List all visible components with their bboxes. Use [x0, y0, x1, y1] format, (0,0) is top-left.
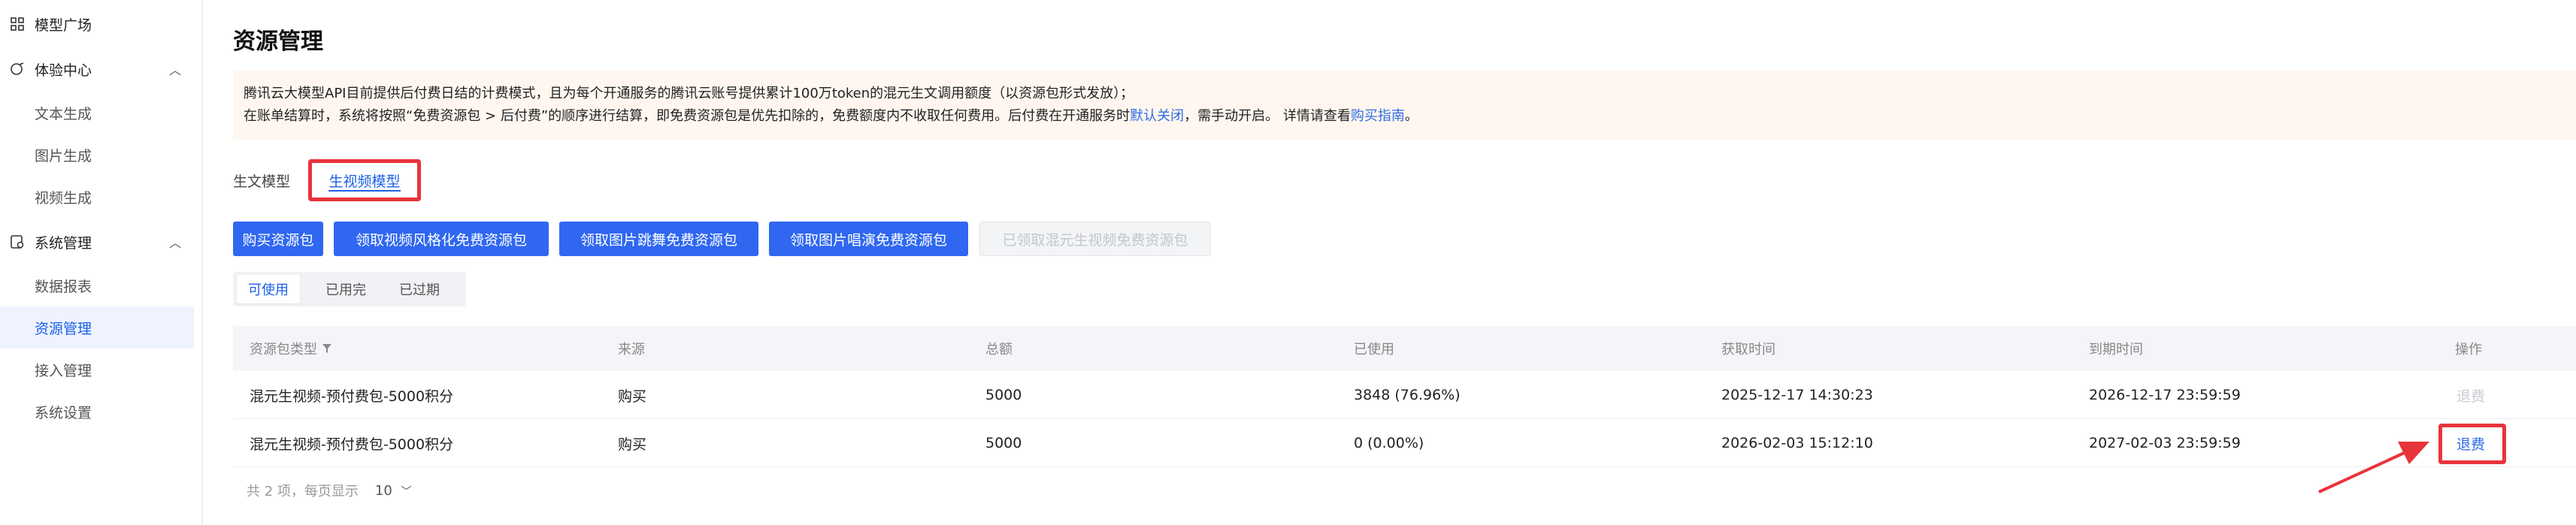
purchase-guide-link[interactable]: 购买指南 — [1351, 108, 1405, 124]
claimed-free-package-button: 已领取混元生视频免费资源包 — [979, 222, 1211, 256]
cell-source: 购买 — [618, 436, 647, 453]
table-row: 混元生视频-预付费包-5000积分 购买 5000 0 (0.00%) 2026… — [233, 419, 2576, 467]
sidebar-item-access-mgmt[interactable]: 接入管理 — [0, 348, 194, 391]
buy-package-button[interactable]: 购买资源包 — [233, 222, 323, 256]
claim-image-dance-button[interactable]: 领取图片跳舞免费资源包 — [559, 222, 758, 256]
refund-button-disabled: 退费 — [2456, 388, 2486, 405]
cell-source: 购买 — [618, 388, 647, 405]
page-size-select[interactable]: 10 ﹀ — [375, 483, 412, 499]
cell-total: 5000 — [985, 387, 1022, 403]
header-type: 资源包类型 — [250, 326, 332, 371]
main-content: 资源管理 腾讯云大模型API目前提供后付费日结的计费模式，且为每个开通服务的腾讯… — [204, 0, 2576, 525]
refund-highlight-box — [2438, 424, 2506, 464]
tab-label: 生视频模型 — [328, 173, 401, 190]
header-action: 操作 — [2455, 342, 2482, 358]
app-root: 模型广场 体验中心 ︿ 文本生成 图片生成 视频生成 系统管理 ︿ 数据报表 资… — [0, 0, 2576, 525]
notice-line-1: 腾讯云大模型API目前提供后付费日结的计费模式，且为每个开通服务的腾讯云账号提供… — [244, 86, 1134, 101]
filter-used-up[interactable]: 已用完 — [314, 275, 377, 303]
chevron-up-icon: ︿ — [169, 63, 182, 77]
sidebar-item-label: 视频生成 — [35, 189, 92, 207]
page-size-value: 10 — [374, 482, 392, 499]
header-source: 来源 — [618, 342, 645, 358]
grid-icon — [9, 16, 26, 32]
pagination: 共 2 项，每页显示 10 ﹀ — [247, 481, 412, 500]
filter-expired[interactable]: 已过期 — [388, 275, 451, 303]
tab-label: 生文模型 — [233, 173, 291, 190]
filter-available[interactable]: 可使用 — [237, 275, 300, 303]
cell-acquired: 2025-12-17 14:30:23 — [1721, 387, 1873, 403]
header-acquired: 获取时间 — [1721, 342, 1775, 358]
cell-expire: 2027-02-03 23:59:59 — [2089, 435, 2241, 451]
sidebar-item-label: 数据报表 — [35, 278, 92, 295]
filter-icon[interactable] — [322, 343, 332, 354]
sidebar-item-label: 系统设置 — [35, 404, 92, 421]
sidebar-item-text-gen[interactable]: 文本生成 — [0, 92, 194, 134]
table-row: 混元生视频-预付费包-5000积分 购买 5000 3848 (76.96%) … — [233, 371, 2576, 419]
notice-line-2: 在账单结算时，系统将按照“免费资源包 > 后付费”的顺序进行结算，即免费资源包是… — [244, 105, 2576, 128]
cell-type: 混元生视频-预付费包-5000积分 — [250, 436, 454, 453]
sidebar-group-label: 系统管理 — [35, 234, 92, 252]
sidebar-item-video-gen[interactable]: 视频生成 — [0, 176, 194, 218]
sidebar-item-model-square[interactable]: 模型广场 — [0, 3, 203, 45]
cell-used: 0 (0.00%) — [1354, 435, 1424, 451]
cell-total: 5000 — [985, 435, 1022, 451]
claim-video-style-button[interactable]: 领取视频风格化免费资源包 — [334, 222, 549, 256]
chevron-up-icon: ︿ — [169, 236, 182, 250]
chevron-down-icon: ﹀ — [401, 485, 412, 498]
claim-image-sing-button[interactable]: 领取图片唱演免费资源包 — [769, 222, 968, 256]
notice-banner: 腾讯云大模型API目前提供后付费日结的计费模式，且为每个开通服务的腾讯云账号提供… — [233, 71, 2576, 140]
header-expire: 到期时间 — [2089, 342, 2143, 358]
default-off-link[interactable]: 默认关闭 — [1130, 108, 1184, 124]
sidebar-item-data-report[interactable]: 数据报表 — [0, 264, 194, 306]
header-total: 总额 — [985, 342, 1013, 358]
sidebar-item-label: 资源管理 — [35, 320, 92, 337]
sidebar-item-label: 文本生成 — [35, 105, 92, 122]
sidebar-item-resource-mgmt[interactable]: 资源管理 — [0, 306, 194, 348]
sidebar-group-experience[interactable]: 体验中心 ︿ — [0, 48, 203, 90]
system-settings-icon — [9, 234, 26, 250]
tab-video-model[interactable]: 生视频模型 — [308, 159, 421, 201]
sidebar-item-label: 模型广场 — [35, 17, 92, 34]
cell-acquired: 2026-02-03 15:12:10 — [1721, 435, 1873, 451]
sidebar-item-image-gen[interactable]: 图片生成 — [0, 134, 194, 176]
sidebar-item-label: 接入管理 — [35, 362, 92, 379]
page-title: 资源管理 — [233, 29, 323, 55]
header-label: 资源包类型 — [250, 342, 317, 358]
table-header: 资源包类型 来源 总额 已使用 获取时间 到期时间 操作 — [233, 326, 2576, 371]
sidebar-item-system-settings[interactable]: 系统设置 — [0, 391, 194, 433]
pagination-summary: 共 2 项，每页显示 — [247, 484, 359, 499]
sidebar-group-system[interactable]: 系统管理 ︿ — [0, 221, 203, 263]
cell-expire: 2026-12-17 23:59:59 — [2089, 387, 2241, 403]
notice-text: 在账单结算时，系统将按照“免费资源包 > 后付费”的顺序进行结算，即免费资源包是… — [244, 108, 1131, 124]
active-tab-underline — [328, 190, 401, 192]
notice-text: 。 — [1404, 108, 1418, 124]
status-filter: 可使用 已用完 已过期 — [233, 272, 466, 306]
header-used: 已使用 — [1354, 342, 1394, 358]
notice-text: ，需手动开启。 详情请查看 — [1184, 108, 1351, 124]
sidebar-item-label: 图片生成 — [35, 147, 92, 164]
cell-used: 3848 (76.96%) — [1354, 387, 1461, 403]
experience-icon — [9, 61, 26, 77]
sidebar: 模型广场 体验中心 ︿ 文本生成 图片生成 视频生成 系统管理 ︿ 数据报表 资… — [0, 0, 203, 525]
cell-type: 混元生视频-预付费包-5000积分 — [250, 388, 454, 405]
sidebar-group-label: 体验中心 — [35, 62, 92, 79]
tab-text-model[interactable]: 生文模型 — [233, 159, 301, 201]
